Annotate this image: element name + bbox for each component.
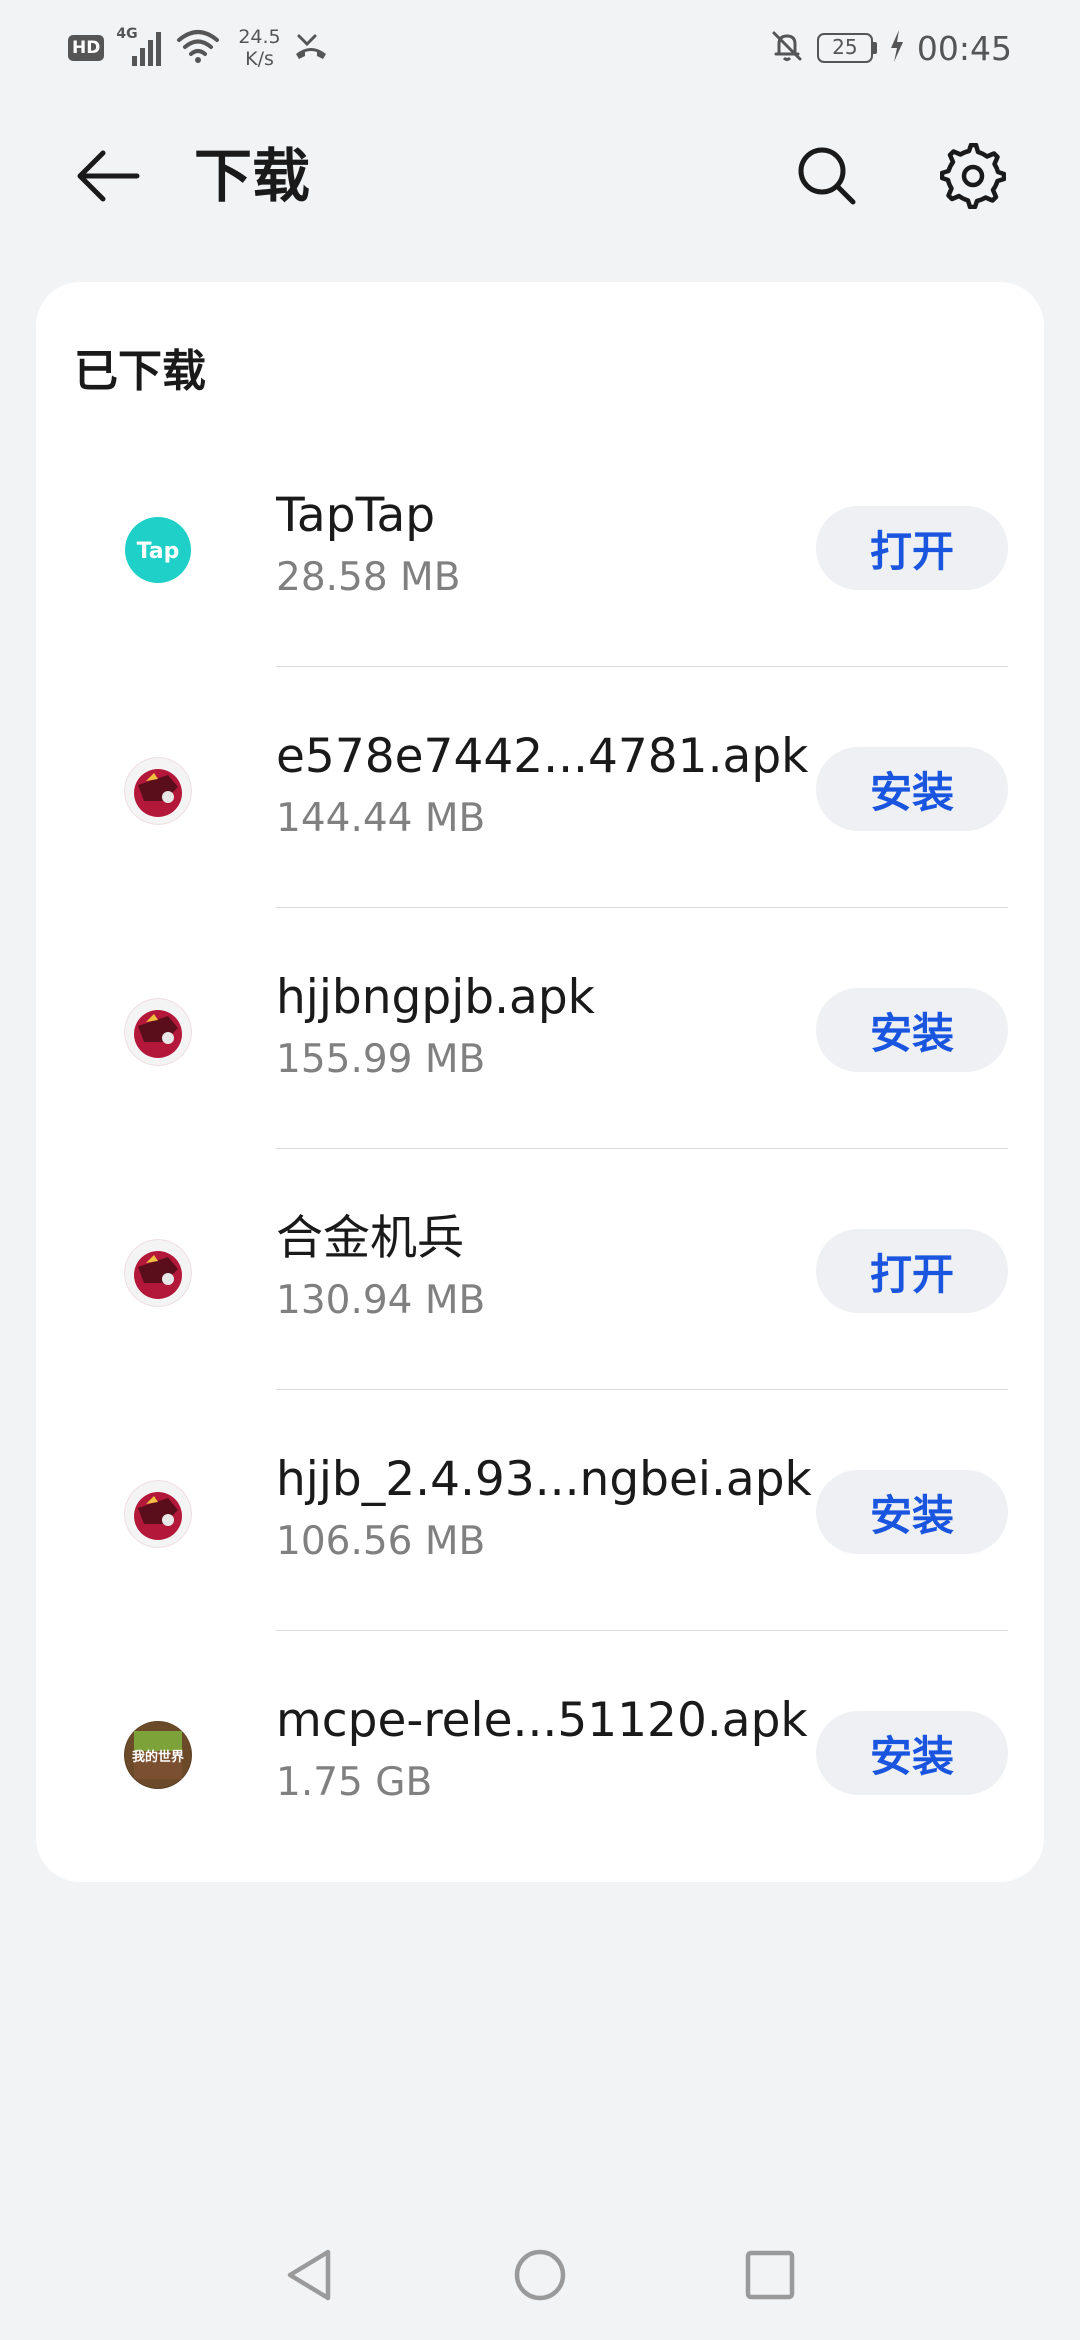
section-title: 已下载: [74, 346, 206, 397]
triangle-back-icon: [287, 2249, 331, 2301]
nav-home-button[interactable]: [510, 2240, 570, 2310]
item-text: 合金机兵 130.94 MB: [276, 1209, 836, 1327]
item-name: e578e7442...4781.apk: [276, 729, 809, 784]
status-left: HD 4G 24.5 K/s: [68, 22, 329, 74]
game-icon: [124, 1480, 192, 1548]
item-text: mcpe-rele...51120.apk 1.75 GB: [276, 1691, 836, 1809]
network-label: 4G: [116, 26, 138, 42]
item-text: hjjb_2.4.93...ngbei.apk 106.56 MB: [276, 1450, 836, 1568]
app-bar: 下载: [0, 120, 1080, 232]
item-size: 144.44 MB: [276, 796, 486, 841]
download-item[interactable]: hjjb_2.4.93...ngbei.apk 106.56 MB 安装: [36, 1390, 1044, 1631]
item-text: e578e7442...4781.apk 144.44 MB: [276, 727, 836, 845]
open-button[interactable]: 打开: [816, 506, 1008, 590]
navigation-bar: [0, 2220, 1080, 2340]
item-size: 155.99 MB: [276, 1037, 486, 1082]
status-bar: HD 4G 24.5 K/s 25 00:45: [0, 0, 1080, 96]
item-name: hjjb_2.4.93...ngbei.apk: [276, 1452, 812, 1507]
clock: 00:45: [916, 28, 1012, 68]
item-name: mcpe-rele...51120.apk: [276, 1693, 808, 1748]
download-item[interactable]: hjjbngpjb.apk 155.99 MB 安装: [36, 908, 1044, 1149]
search-button[interactable]: [782, 136, 872, 216]
item-text: hjjbngpjb.apk 155.99 MB: [276, 968, 836, 1086]
network-speed: 24.5 K/s: [238, 26, 280, 70]
mc-logo-text: 我的世界: [132, 1749, 184, 1765]
square-recents-icon: [745, 2250, 795, 2300]
search-icon: [798, 147, 856, 205]
charging-icon: [889, 29, 905, 67]
install-button[interactable]: 安装: [816, 1711, 1008, 1795]
speed-value: 24.5: [238, 26, 281, 48]
item-name: 合金机兵: [276, 1211, 464, 1266]
page-title: 下载: [194, 142, 311, 210]
hd-badge: HD: [68, 35, 105, 61]
download-item[interactable]: e578e7442...4781.apk 144.44 MB 安装: [36, 667, 1044, 908]
download-list: Tap TapTap 28.58 MB 打开 e578e7442...4781.…: [36, 426, 1044, 1872]
download-item[interactable]: 我的世界 mcpe-rele...51120.apk 1.75 GB 安装: [36, 1631, 1044, 1872]
install-button[interactable]: 安装: [816, 1470, 1008, 1554]
game-icon: [124, 1239, 192, 1307]
minecraft-icon: 我的世界: [124, 1721, 192, 1789]
item-name: hjjbngpjb.apk: [276, 970, 595, 1025]
download-item[interactable]: 合金机兵 130.94 MB 打开: [36, 1149, 1044, 1390]
signal-icon: 4G: [116, 26, 164, 68]
silent-bell-icon: [769, 28, 805, 68]
item-size: 1.75 GB: [276, 1760, 433, 1805]
battery-tip: [872, 42, 877, 54]
install-button[interactable]: 安装: [816, 988, 1008, 1072]
game-icon: [124, 757, 192, 825]
battery-level: 25: [816, 33, 873, 63]
game-icon: [124, 998, 192, 1066]
battery-icon: 25: [816, 33, 877, 63]
item-name: TapTap: [276, 488, 436, 543]
taptap-logo-text: Tap: [137, 539, 180, 564]
nav-back-button[interactable]: [280, 2240, 340, 2310]
item-size: 130.94 MB: [276, 1278, 486, 1323]
wifi-icon: [176, 28, 220, 68]
item-size: 106.56 MB: [276, 1519, 486, 1564]
item-size: 28.58 MB: [276, 555, 461, 600]
status-right: 25 00:45: [769, 22, 1012, 74]
install-button[interactable]: 安装: [816, 747, 1008, 831]
taptap-icon: Tap: [124, 516, 192, 584]
download-item[interactable]: Tap TapTap 28.58 MB 打开: [36, 426, 1044, 667]
settings-button[interactable]: [928, 136, 1018, 216]
nav-recents-button[interactable]: [740, 2240, 800, 2310]
item-text: TapTap 28.58 MB: [276, 486, 836, 604]
downloads-card: 已下载 Tap TapTap 28.58 MB 打开 e578e7442...4…: [36, 282, 1044, 1882]
downloads-screen: HD 4G 24.5 K/s 25 00:45 下载 已下载 Tap TapTa…: [0, 0, 1080, 2340]
back-button[interactable]: [62, 142, 154, 210]
back-arrow-icon: [77, 150, 140, 202]
speed-unit: K/s: [245, 48, 274, 70]
circle-home-icon: [514, 2249, 566, 2301]
open-button[interactable]: 打开: [816, 1229, 1008, 1313]
gear-icon: [940, 143, 1006, 209]
missed-call-icon: [293, 28, 329, 68]
